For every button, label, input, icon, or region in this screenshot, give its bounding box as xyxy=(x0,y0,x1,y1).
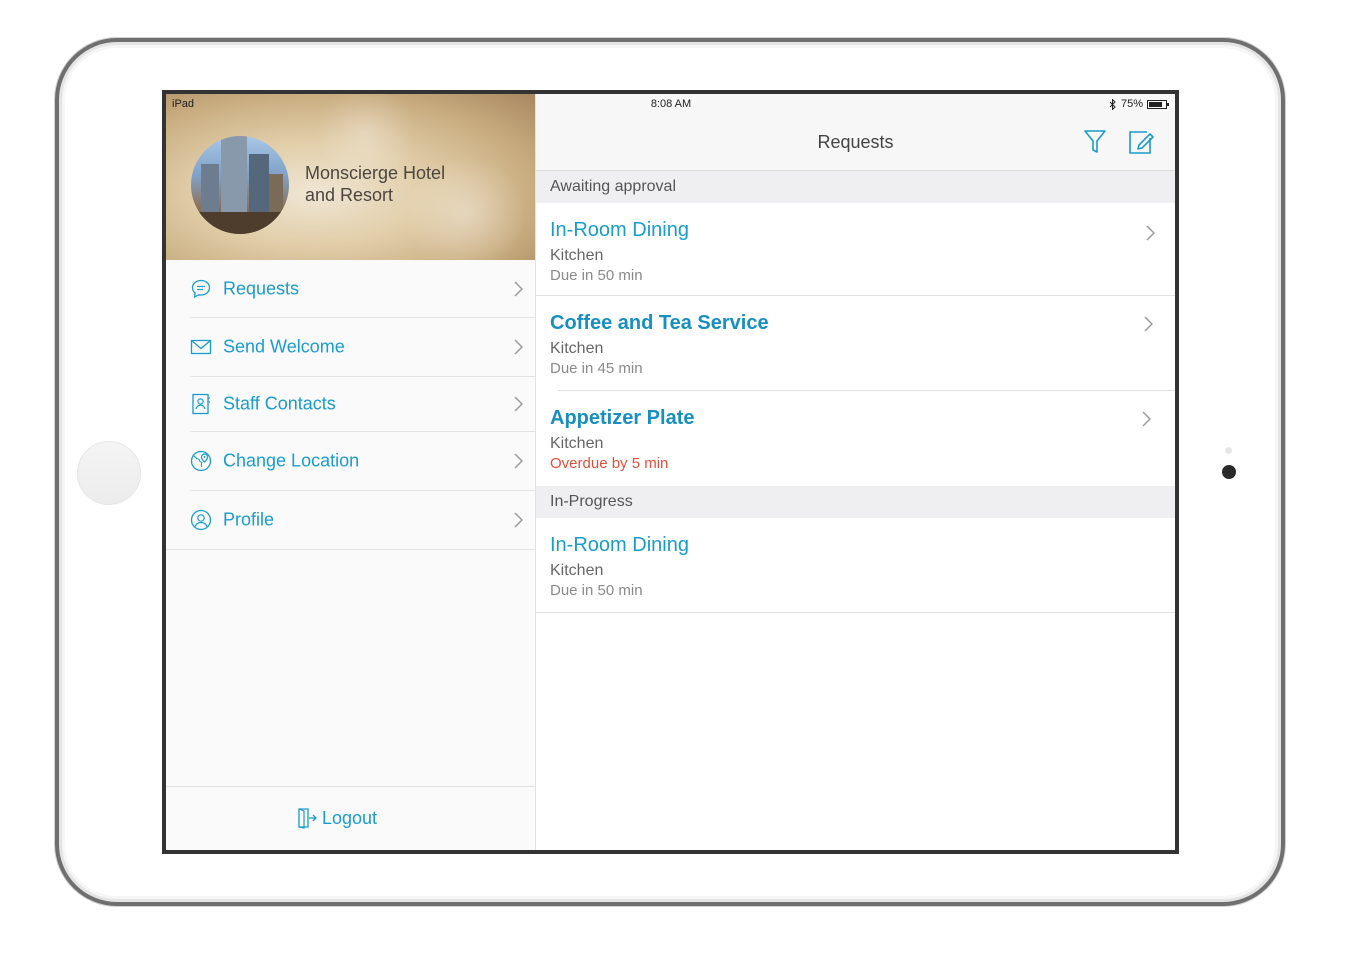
row-divider xyxy=(536,612,1175,613)
status-time: 8:08 AM xyxy=(650,98,692,110)
request-dept: Kitchen xyxy=(550,435,604,452)
chevron-right-icon xyxy=(514,512,523,528)
logout-button[interactable]: Logout xyxy=(296,807,377,829)
globe-pin-icon xyxy=(190,450,212,472)
requests-panel: 8:08 AM 75% Requests Awaiting approval I… xyxy=(536,94,1175,850)
logout-icon xyxy=(298,808,317,829)
light-sensor xyxy=(1225,447,1232,454)
request-title: In-Room Dining xyxy=(550,534,689,556)
request-dept: Kitchen xyxy=(550,562,604,579)
chevron-right-icon xyxy=(514,396,523,412)
request-overdue: Overdue by 5 min xyxy=(550,455,669,472)
request-title: Appetizer Plate xyxy=(550,407,695,429)
hotel-avatar xyxy=(191,136,289,234)
device-label: iPad xyxy=(172,98,195,110)
envelope-icon xyxy=(190,339,212,355)
chevron-right-icon xyxy=(514,453,523,469)
chevron-right-icon xyxy=(514,280,523,297)
request-title: In-Room Dining xyxy=(550,219,689,241)
sidebar-menu: Requests Send Welcome Staff Contacts Cha… xyxy=(166,260,535,550)
chevron-right-icon xyxy=(1146,225,1155,241)
section-header-awaiting: Awaiting approval xyxy=(536,171,1175,203)
section-header-in-progress: In-Progress xyxy=(536,486,1175,518)
chevron-right-icon xyxy=(1144,316,1153,332)
sidebar-item-label: Send Welcome xyxy=(223,336,345,357)
bluetooth-icon xyxy=(1109,98,1116,110)
hotel-name-line1: Monscierge Hotel xyxy=(305,163,446,183)
battery-icon xyxy=(1147,99,1169,109)
compose-icon[interactable] xyxy=(1127,128,1155,156)
sidebar-item-staff-contacts[interactable]: Staff Contacts xyxy=(190,377,535,432)
request-row[interactable]: Coffee and Tea Service Kitchen Due in 45… xyxy=(536,296,1175,390)
filter-icon[interactable] xyxy=(1083,128,1107,156)
sidebar-item-label: Profile xyxy=(223,509,275,530)
logout-area: Logout xyxy=(166,786,535,850)
sidebar: iPad Monscierge Hotel and Resort Request… xyxy=(166,94,536,850)
chevron-right-icon xyxy=(514,339,523,355)
sidebar-item-label: Requests xyxy=(223,278,300,298)
request-due: Due in 50 min xyxy=(550,582,643,599)
request-due: Due in 45 min xyxy=(550,360,643,377)
request-dept: Kitchen xyxy=(550,247,604,264)
sidebar-item-label: Staff Contacts xyxy=(223,393,336,414)
home-button[interactable] xyxy=(77,441,141,505)
hotel-header: iPad Monscierge Hotel and Resort xyxy=(166,94,535,260)
sidebar-item-send-welcome[interactable]: Send Welcome xyxy=(190,318,535,377)
sidebar-item-label: Change Location xyxy=(223,450,360,471)
request-row[interactable]: In-Room Dining Kitchen Due in 50 min xyxy=(536,203,1175,295)
sidebar-item-change-location[interactable]: Change Location xyxy=(190,432,535,491)
hotel-name: Monscierge Hotel and Resort xyxy=(305,162,505,206)
chevron-right-icon xyxy=(1142,411,1151,427)
contacts-book-icon xyxy=(192,393,210,415)
user-circle-icon xyxy=(190,509,212,531)
section-title: In-Progress xyxy=(550,493,633,510)
nav-bar: Requests xyxy=(536,114,1175,171)
page-title: Requests xyxy=(817,132,894,152)
request-due: Due in 50 min xyxy=(550,267,643,284)
status-right: 75% xyxy=(1109,98,1169,110)
request-dept: Kitchen xyxy=(550,340,604,357)
request-row[interactable]: In-Room Dining Kitchen Due in 50 min xyxy=(536,518,1175,612)
status-bar: 8:08 AM 75% xyxy=(536,94,1175,114)
sidebar-item-requests[interactable]: Requests xyxy=(190,260,535,318)
battery-percent: 75% xyxy=(1120,98,1143,110)
request-title: Coffee and Tea Service xyxy=(550,312,769,334)
section-title: Awaiting approval xyxy=(550,178,677,195)
front-camera xyxy=(1222,465,1236,479)
request-row[interactable]: Appetizer Plate Kitchen Overdue by 5 min xyxy=(536,391,1175,485)
chat-bubble-icon xyxy=(191,279,211,298)
screen: iPad Monscierge Hotel and Resort Request… xyxy=(162,90,1179,854)
hotel-name-line2: and Resort xyxy=(305,185,394,205)
sidebar-item-profile[interactable]: Profile xyxy=(166,491,535,550)
logout-label: Logout xyxy=(322,807,378,828)
